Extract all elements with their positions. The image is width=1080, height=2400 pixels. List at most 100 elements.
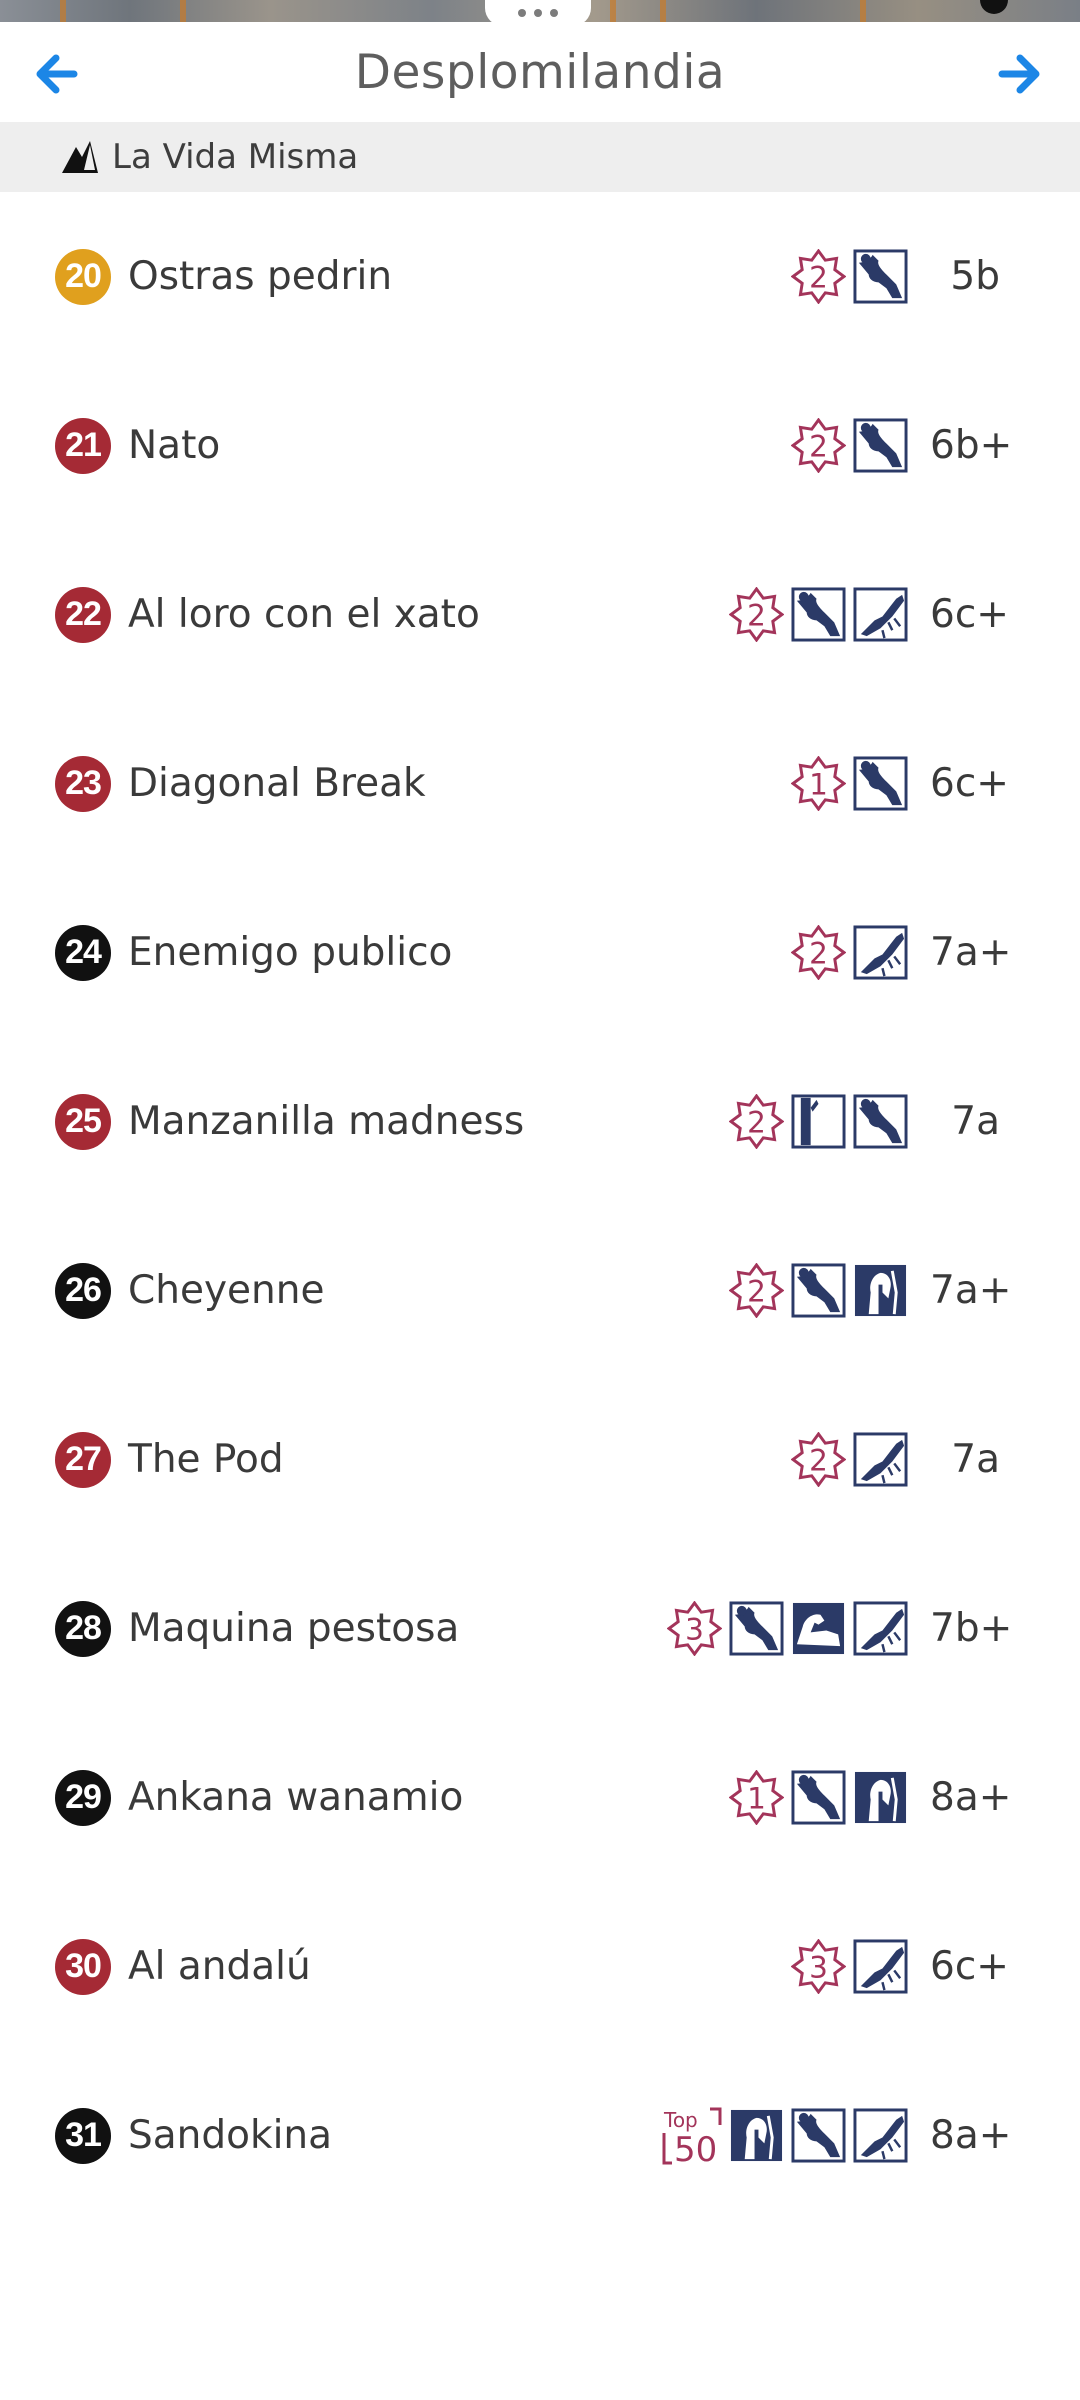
- sector-header: Desplomilandia: [0, 22, 1080, 122]
- next-sector-button[interactable]: [990, 44, 1050, 104]
- rating-1-icon: 1: [791, 756, 846, 811]
- page-title: Desplomilandia: [354, 44, 726, 100]
- route-name: Al loro con el xato: [128, 592, 480, 637]
- route-style-icons: 2: [729, 1094, 908, 1149]
- sector-section-header: La Vida Misma: [0, 122, 1080, 192]
- svg-text:3: 3: [685, 1612, 704, 1646]
- route-number-badge: 20: [55, 248, 111, 305]
- route-row[interactable]: 29 Ankana wanamio 1 8a+: [0, 1713, 1080, 1882]
- rating-2-icon: 2: [729, 1094, 784, 1149]
- route-style-icons: 2: [791, 1432, 908, 1487]
- overhang-icon: [853, 249, 908, 304]
- svg-text:2: 2: [809, 429, 828, 463]
- route-name: Manzanilla madness: [128, 1099, 525, 1144]
- route-style-icons: 2: [791, 418, 908, 473]
- overhang-icon: [791, 2108, 846, 2163]
- route-style-icons: 2: [729, 587, 908, 642]
- route-row[interactable]: 21 Nato 2 6b+: [0, 361, 1080, 530]
- route-number-badge: 24: [55, 924, 111, 981]
- roof-icon: [853, 2108, 908, 2163]
- route-row[interactable]: 26 Cheyenne 2 7a+: [0, 1206, 1080, 1375]
- route-row[interactable]: 31 Sandokina Top 50 8a+: [0, 2051, 1080, 2220]
- route-number-badge: 31: [55, 2107, 111, 2164]
- route-grade: 6b+: [930, 423, 1013, 468]
- route-grade: 7a: [951, 1099, 1000, 1144]
- route-number-badge: 29: [55, 1769, 111, 1826]
- crimp-icon: [730, 2109, 783, 2162]
- route-row[interactable]: 25 Manzanilla madness 2 7a: [0, 1037, 1080, 1206]
- route-row[interactable]: 22 Al loro con el xato 2 6c+: [0, 530, 1080, 699]
- overhang-icon: [853, 756, 908, 811]
- roof-icon: [853, 925, 908, 980]
- rating-2-icon: 2: [791, 1432, 846, 1487]
- route-row[interactable]: 30 Al andalú 3 6c+: [0, 1882, 1080, 2051]
- rating-3-icon: 3: [791, 1939, 846, 1994]
- crimp-icon: [854, 1771, 907, 1824]
- route-number-badge: 25: [55, 1093, 111, 1150]
- rating-1-icon: 1: [729, 1770, 784, 1825]
- roof-icon: [853, 1939, 908, 1994]
- rating-2-icon: 2: [791, 925, 846, 980]
- route-grade: 6c+: [930, 761, 1009, 806]
- route-grade: 6c+: [930, 1944, 1009, 1989]
- route-style-icons: 1: [791, 756, 908, 811]
- rating-2-icon: 2: [729, 1263, 784, 1318]
- strength-icon: [792, 1602, 845, 1655]
- overhang-icon: [729, 1601, 784, 1656]
- route-name: Maquina pestosa: [128, 1606, 460, 1651]
- rating-2-icon: 2: [791, 249, 846, 304]
- route-name: Sandokina: [128, 2113, 333, 2158]
- svg-text:Top: Top: [663, 2108, 698, 2132]
- route-name: The Pod: [128, 1437, 284, 1482]
- route-name: Diagonal Break: [128, 761, 426, 806]
- route-row[interactable]: 28 Maquina pestosa 3 7b+: [0, 1544, 1080, 1713]
- route-grade: 8a+: [930, 2113, 1012, 2158]
- route-name: Al andalú: [128, 1944, 311, 1989]
- previous-sector-button[interactable]: [26, 44, 86, 104]
- overhang-icon: [791, 1263, 846, 1318]
- roof-icon: [853, 587, 908, 642]
- crimp-icon: [854, 1264, 907, 1317]
- top50-badge-icon: Top50: [662, 2107, 722, 2165]
- svg-text:2: 2: [747, 598, 766, 632]
- route-style-icons: Top 50: [662, 2107, 908, 2165]
- route-number-badge: 21: [55, 417, 111, 474]
- route-grade: 7a+: [930, 1268, 1012, 1313]
- vertical-icon: [791, 1094, 846, 1149]
- route-grade: 7a+: [930, 930, 1012, 975]
- overhang-icon: [791, 587, 846, 642]
- route-grade: 6c+: [930, 592, 1009, 637]
- overhang-icon: [791, 1770, 846, 1825]
- roof-icon: [853, 1601, 908, 1656]
- route-grade: 8a+: [930, 1775, 1012, 1820]
- route-grade: 5b: [950, 254, 1000, 299]
- route-row[interactable]: 24 Enemigo publico 2 7a+: [0, 868, 1080, 1037]
- arrow-right-icon: [998, 54, 1040, 94]
- rating-2-icon: 2: [729, 587, 784, 642]
- route-name: Ankana wanamio: [128, 1775, 464, 1820]
- route-style-icons: 2: [729, 1263, 908, 1318]
- svg-text:50: 50: [674, 2130, 717, 2165]
- route-row[interactable]: 20 Ostras pedrin 2 5b: [0, 192, 1080, 361]
- svg-text:3: 3: [809, 1950, 828, 1984]
- route-grade: 7a: [951, 1437, 1000, 1482]
- route-row[interactable]: 23 Diagonal Break 1 6c+: [0, 699, 1080, 868]
- route-name: Enemigo publico: [128, 930, 453, 975]
- svg-text:1: 1: [747, 1781, 766, 1815]
- rating-3-icon: 3: [667, 1601, 722, 1656]
- route-grade: 7b+: [930, 1606, 1013, 1651]
- route-list: 20 Ostras pedrin 2 5b 21 Nato 2 6b+ 22 Al loro co…: [0, 192, 1080, 2220]
- arrow-left-icon: [36, 54, 78, 94]
- route-number-badge: 26: [55, 1262, 111, 1319]
- route-name: Ostras pedrin: [128, 254, 393, 299]
- route-number-badge: 28: [55, 1600, 111, 1657]
- route-number-badge: 23: [55, 755, 111, 812]
- sector-name: La Vida Misma: [112, 137, 359, 177]
- route-row[interactable]: 27 The Pod 2 7a: [0, 1375, 1080, 1544]
- route-style-icons: 1: [729, 1770, 908, 1825]
- svg-text:1: 1: [809, 767, 828, 801]
- route-number-badge: 27: [55, 1431, 111, 1488]
- route-style-icons: 2: [791, 249, 908, 304]
- route-number-badge: 30: [55, 1938, 111, 1995]
- route-style-icons: 2: [791, 925, 908, 980]
